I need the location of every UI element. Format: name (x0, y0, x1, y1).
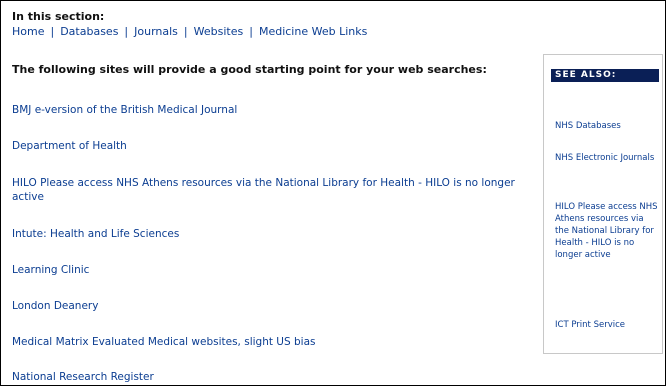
site-link-medical-matrix[interactable]: Medical Matrix (12, 336, 89, 348)
list-item: Department of Health (12, 139, 127, 153)
site-description: Evaluated Medical websites, slight US bi… (88, 336, 316, 348)
site-link-learning-clinic[interactable]: Learning Clinic (12, 264, 89, 276)
section-heading: In this section: (12, 10, 105, 23)
list-item: Learning Clinic (12, 263, 89, 277)
nav-websites-link[interactable]: Websites (194, 25, 244, 38)
see-also-hilo-link[interactable]: HILO Please access NHS Athens resources … (555, 201, 659, 261)
site-link-national-research-register[interactable]: National Research Register (12, 371, 154, 383)
list-item: London Deanery (12, 299, 98, 313)
list-item: Medical Matrix Evaluated Medical website… (12, 335, 315, 349)
nav-separator: | (183, 25, 188, 38)
nav-medicine-web-links-link[interactable]: Medicine Web Links (259, 25, 367, 38)
nav-databases-link[interactable]: Databases (60, 25, 118, 38)
content-frame: In this section: Home | Databases | Journals… (0, 0, 666, 386)
list-item: Intute: Health and Life Sciences (12, 227, 179, 241)
see-also-nhs-databases-link[interactable]: NHS Databases (555, 120, 659, 132)
site-link-london-deanery[interactable]: London Deanery (12, 300, 98, 312)
nav-journals-link[interactable]: Journals (134, 25, 178, 38)
intro-text: The following sites will provide a good … (12, 63, 487, 76)
site-link-intute[interactable]: Intute: Health and Life Sciences (12, 228, 179, 240)
list-item: BMJ e-version of the British Medical Jou… (12, 103, 237, 117)
list-item: National Research Register (12, 370, 154, 384)
see-also-heading: SEE ALSO: (551, 69, 659, 82)
list-item: HILO Please access NHS Athens resources … (12, 176, 532, 204)
site-link-hilo[interactable]: HILO Please access NHS Athens resources … (12, 177, 515, 203)
nav-separator: | (50, 25, 55, 38)
see-also-nhs-electronic-journals-link[interactable]: NHS Electronic Journals (555, 152, 659, 164)
site-link-department-of-health[interactable]: Department of Health (12, 140, 127, 152)
nav-home-link[interactable]: Home (12, 25, 44, 38)
section-nav: Home | Databases | Journals | Websites | Medicin… (12, 25, 367, 38)
see-also-sidebar: SEE ALSO: NHS Databases NHS Electronic J… (543, 54, 663, 354)
nav-separator: | (249, 25, 253, 38)
site-link-bmj[interactable]: BMJ e-version of the British Medical Jou… (12, 104, 237, 116)
nav-separator: | (124, 25, 129, 38)
see-also-ict-print-service-link[interactable]: ICT Print Service (555, 319, 659, 331)
